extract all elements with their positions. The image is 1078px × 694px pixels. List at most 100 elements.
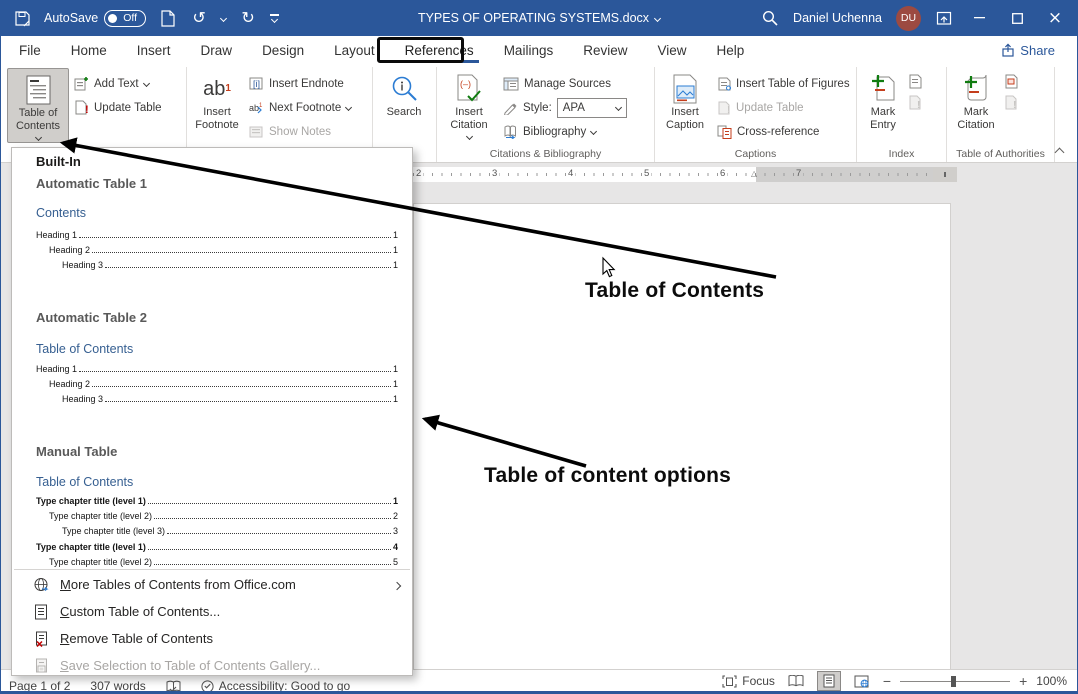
style-select[interactable]: APA bbox=[557, 98, 627, 118]
manage-sources-button[interactable]: Manage Sources bbox=[500, 73, 630, 94]
show-notes-button: Show Notes bbox=[246, 121, 354, 142]
toc-preview-row: Heading 11 bbox=[36, 227, 398, 240]
add-text-label: Add Text bbox=[94, 78, 139, 90]
minimize-button[interactable] bbox=[967, 6, 991, 30]
toc-preview-heading: Contents bbox=[36, 206, 86, 220]
save-icon[interactable] bbox=[13, 9, 31, 27]
group-index: Mark Entry ! Index bbox=[857, 67, 947, 162]
update-table-label: Update Table bbox=[94, 102, 162, 114]
mark-citation-button[interactable]: Mark Citation bbox=[950, 68, 1002, 134]
menu-item-custom-table-of-contents[interactable]: Custom Table of Contents... bbox=[12, 598, 412, 625]
menu-item-label: Save Selection to Table of Contents Gall… bbox=[60, 658, 320, 673]
tab-help[interactable]: Help bbox=[702, 36, 760, 64]
focus-label: Focus bbox=[742, 674, 775, 688]
cross-reference-button[interactable]: Cross-reference bbox=[714, 121, 853, 142]
avatar[interactable]: DU bbox=[896, 6, 921, 31]
search-label: Search bbox=[387, 106, 422, 119]
next-footnote-icon: ab1 bbox=[249, 101, 264, 115]
toc-preview-row: Heading 31 bbox=[62, 257, 398, 270]
web-layout-button[interactable] bbox=[850, 671, 874, 691]
insert-table-of-authorities-icon[interactable] bbox=[1004, 74, 1018, 89]
autosave-toggle[interactable]: AutoSave Off bbox=[44, 10, 146, 27]
zoom-in-button[interactable]: + bbox=[1019, 673, 1027, 689]
read-mode-button[interactable] bbox=[784, 671, 808, 691]
manage-sources-icon bbox=[503, 77, 519, 91]
insert-citation-icon: (–) bbox=[455, 72, 483, 106]
tab-review[interactable]: Review bbox=[568, 36, 642, 64]
mark-entry-button[interactable]: Mark Entry bbox=[860, 68, 906, 134]
tab-design[interactable]: Design bbox=[247, 36, 319, 64]
tab-draw[interactable]: Draw bbox=[186, 36, 248, 64]
document-page[interactable] bbox=[413, 203, 951, 672]
search-icon[interactable] bbox=[761, 9, 779, 27]
group-label-citations: Citations & Bibliography bbox=[437, 148, 654, 160]
insert-table-of-figures-label: Insert Table of Figures bbox=[736, 78, 850, 90]
tab-view[interactable]: View bbox=[642, 36, 701, 64]
bibliography-button[interactable]: Bibliography bbox=[500, 121, 630, 142]
redo-icon[interactable]: ↻ bbox=[239, 9, 257, 27]
menu-item-save-selection-to-gallery: Save Selection to Table of Contents Gall… bbox=[12, 652, 412, 679]
add-text-button[interactable]: Add Text bbox=[71, 73, 165, 94]
insert-endnote-button[interactable]: [i] Insert Endnote bbox=[246, 73, 354, 94]
next-footnote-button[interactable]: ab1 Next Footnote bbox=[246, 97, 354, 118]
table-of-contents-label: Table of Contents bbox=[9, 107, 67, 133]
insert-citation-button[interactable]: (–) Insert Citation bbox=[440, 68, 498, 141]
update-table-button[interactable]: ! Update Table bbox=[71, 97, 165, 118]
annotation-options-label: Table of content options bbox=[484, 464, 731, 488]
share-button[interactable]: Share bbox=[993, 40, 1063, 61]
insert-footnote-button[interactable]: ab1 Insert Footnote bbox=[190, 68, 244, 134]
menu-item-label: Remove Table of Contents bbox=[60, 631, 213, 646]
tab-home[interactable]: Home bbox=[56, 36, 122, 64]
tab-file[interactable]: File bbox=[4, 36, 56, 64]
zoom-out-button[interactable]: − bbox=[883, 673, 891, 689]
tab-layout[interactable]: Layout bbox=[319, 36, 390, 64]
print-layout-button[interactable] bbox=[817, 671, 841, 691]
svg-text:ab: ab bbox=[249, 103, 259, 113]
title-bar: AutoSave Off ↺ ↻ TYPES OF OPERATING SYST… bbox=[1, 0, 1077, 36]
zoom-slider-handle[interactable] bbox=[951, 676, 956, 687]
tab-references[interactable]: References bbox=[390, 36, 489, 64]
menu-item-remove-table-of-contents[interactable]: Remove Table of Contents bbox=[12, 625, 412, 652]
zoom-level[interactable]: 100% bbox=[1036, 674, 1067, 688]
toc-preview-row: Heading 11 bbox=[36, 361, 398, 374]
right-indent-marker[interactable]: △ bbox=[751, 169, 757, 178]
search-ribbon-icon bbox=[390, 72, 418, 106]
word-count[interactable]: 307 words bbox=[90, 679, 145, 691]
toc-preview-row: Type chapter title (level 2)5 bbox=[49, 554, 398, 567]
tab-mailings[interactable]: Mailings bbox=[489, 36, 569, 64]
insert-endnote-icon: [i] bbox=[249, 77, 264, 91]
accessibility-status[interactable]: Accessibility: Good to go bbox=[201, 679, 350, 691]
collapse-ribbon-chevron[interactable] bbox=[1055, 148, 1065, 158]
add-text-icon bbox=[74, 76, 89, 91]
add-text-chevron bbox=[143, 80, 150, 87]
built-in-header: Built-In bbox=[36, 154, 81, 169]
insert-caption-button[interactable]: Insert Caption bbox=[658, 68, 712, 134]
document-title-menu[interactable]: TYPES OF OPERATING SYSTEMS.docx bbox=[418, 11, 660, 25]
undo-dropdown-chevron[interactable] bbox=[220, 14, 227, 21]
show-notes-icon bbox=[249, 125, 264, 139]
new-document-icon[interactable] bbox=[159, 9, 177, 27]
horizontal-ruler[interactable]: 2 3 4 5 6 7 △ bbox=[413, 167, 956, 182]
menu-separator bbox=[14, 569, 410, 570]
undo-icon[interactable]: ↺ bbox=[190, 9, 208, 27]
page-indicator[interactable]: Page 1 of 2 bbox=[9, 679, 70, 691]
toc-preview-row: Type chapter title (level 1)4 bbox=[36, 539, 398, 552]
user-name[interactable]: Daniel Uchenna bbox=[793, 11, 882, 25]
focus-button[interactable]: Focus bbox=[722, 674, 775, 688]
proofing-icon[interactable] bbox=[166, 680, 181, 692]
search-button[interactable]: Search bbox=[376, 68, 432, 121]
insert-table-of-figures-button[interactable]: Insert Table of Figures bbox=[714, 73, 853, 94]
maximize-button[interactable] bbox=[1005, 6, 1029, 30]
ruler-toggle-box[interactable] bbox=[933, 167, 957, 182]
menu-item-more-tables-from-office[interactable]: More Tables of Contents from Office.com bbox=[12, 571, 412, 598]
show-notes-label: Show Notes bbox=[269, 126, 331, 138]
table-of-contents-button[interactable]: Table of Contents bbox=[7, 68, 69, 143]
style-row: Style: APA bbox=[500, 97, 630, 118]
svg-text:!: ! bbox=[727, 105, 730, 115]
zoom-slider[interactable] bbox=[900, 681, 1010, 682]
close-button[interactable]: × bbox=[1043, 6, 1067, 30]
ribbon-display-options-icon[interactable] bbox=[935, 9, 953, 27]
insert-index-icon[interactable] bbox=[908, 74, 922, 89]
customize-quick-access-icon[interactable] bbox=[270, 14, 279, 21]
tab-insert[interactable]: Insert bbox=[122, 36, 186, 64]
